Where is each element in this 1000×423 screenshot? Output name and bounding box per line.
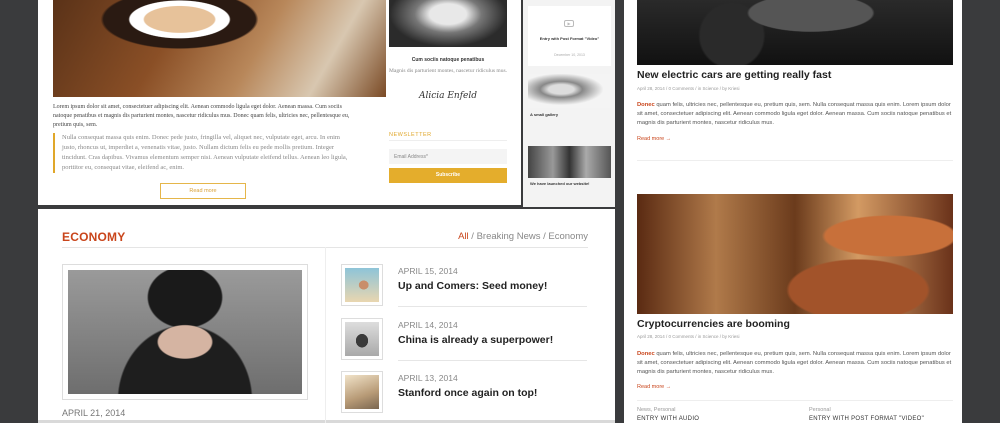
mobile-building-image[interactable] (528, 146, 611, 178)
post-title[interactable]: Cryptocurrencies are booming (637, 318, 790, 330)
mobile-preview-panel: ▶ Entry with Post Format "Video" Decembe… (523, 0, 615, 207)
economy-panel: ECONOMY All / Breaking News / Economy AP… (38, 209, 615, 423)
featured-image[interactable] (68, 270, 302, 394)
column-divider (325, 247, 326, 423)
list-item-date: APRIL 15, 2014 (398, 266, 458, 276)
read-more-link[interactable]: Read more → (637, 384, 671, 390)
blog-excerpt: Lorem ipsum dolor sit amet, consectetuer… (53, 104, 350, 128)
post-excerpt-lead: Donec (637, 102, 655, 108)
filter-all[interactable]: All (458, 231, 469, 242)
play-icon[interactable]: ▶ (564, 20, 574, 27)
mobile-item-title: Entry with Post Format "Video" (539, 36, 600, 41)
featured-date: APRIL 21, 2014 (62, 408, 126, 418)
posts-column: New electric cars are getting really fas… (624, 0, 962, 423)
mobile-gallery-image[interactable] (528, 74, 611, 108)
post-divider (637, 160, 953, 161)
post-excerpt-text: quam felis, ultricies nec, pellentesque … (637, 102, 952, 126)
author-name: Cum sociis natoque penatibus (411, 57, 485, 63)
mobile-video-card[interactable]: ▶ Entry with Post Format "Video" Decembe… (528, 6, 611, 66)
list-item-date: APRIL 14, 2014 (398, 320, 458, 330)
footer-post-title[interactable]: ENTRY WITH POST FORMAT "VIDEO" (809, 416, 924, 422)
list-divider (398, 360, 587, 361)
newsletter-title: NEWSLETTER (389, 132, 432, 138)
mobile-item-title[interactable]: A small gallery (530, 112, 558, 117)
list-item[interactable]: APRIL 13, 2014 Stanford once again on to… (341, 371, 587, 415)
blog-quote: Nulla consequat massa quis enim. Donec p… (53, 133, 353, 173)
post-meta: April 28, 2014 / 0 Comments / in Science… (637, 334, 740, 339)
newsletter-email-input[interactable]: Email Address* (389, 149, 507, 164)
list-item[interactable]: APRIL 15, 2014 Up and Comers: Seed money… (341, 264, 587, 308)
list-item-thumbnail[interactable] (341, 264, 383, 306)
footer-post-title[interactable]: ENTRY WITH AUDIO (637, 416, 699, 422)
author-description: Magnis dis parturient montes, nascetur r… (389, 68, 507, 74)
post-excerpt: Donec quam felis, ultricies nec, pellent… (637, 350, 952, 377)
mobile-item-date: December 10, 2013 (554, 53, 585, 57)
list-item-title[interactable]: China is already a superpower! (398, 334, 553, 346)
footer-post-category[interactable]: Personal (809, 407, 831, 413)
post-excerpt: Donec quam felis, ultricies nec, pellent… (637, 101, 952, 128)
read-more-link[interactable]: Read more → (637, 136, 671, 142)
coffee-image[interactable] (53, 0, 386, 97)
section-title: ECONOMY (62, 230, 126, 244)
read-more-button[interactable]: Read more (160, 183, 246, 199)
post-divider (637, 400, 953, 401)
list-divider (398, 306, 587, 307)
footer-post-category[interactable]: News, Personal (637, 407, 676, 413)
list-item-title[interactable]: Up and Comers: Seed money! (398, 280, 547, 292)
author-avatar (389, 0, 507, 47)
post-title[interactable]: New electric cars are getting really fas… (637, 69, 831, 81)
blog-post-panel: Lorem ipsum dolor sit amet, consectetuer… (38, 0, 521, 205)
list-item-thumbnail[interactable] (341, 318, 383, 360)
post-meta: April 28, 2014 / 0 Comments / in Science… (637, 86, 740, 91)
list-item[interactable]: APRIL 14, 2014 China is already a superp… (341, 318, 587, 362)
post-excerpt-lead: Donec (637, 351, 655, 357)
gavel-image[interactable] (637, 194, 953, 314)
author-signature: Alicia Enfeld (418, 91, 478, 101)
newsletter-divider (389, 140, 507, 141)
list-item-thumbnail[interactable] (341, 371, 383, 413)
filter-economy[interactable]: Economy (548, 231, 588, 242)
list-item-title[interactable]: Stanford once again on top! (398, 387, 537, 399)
post-excerpt-text: quam felis, ultricies nec, pellentesque … (637, 351, 952, 375)
list-item-date: APRIL 13, 2014 (398, 373, 458, 383)
car-image[interactable] (637, 0, 953, 65)
mobile-item-title[interactable]: We have launched our website! (530, 181, 610, 186)
category-filter: All / Breaking News / Economy (458, 231, 588, 242)
subscribe-button[interactable]: Subscribe (389, 168, 507, 183)
featured-image-frame[interactable] (62, 264, 308, 400)
filter-breaking-news[interactable]: Breaking News (477, 231, 541, 242)
